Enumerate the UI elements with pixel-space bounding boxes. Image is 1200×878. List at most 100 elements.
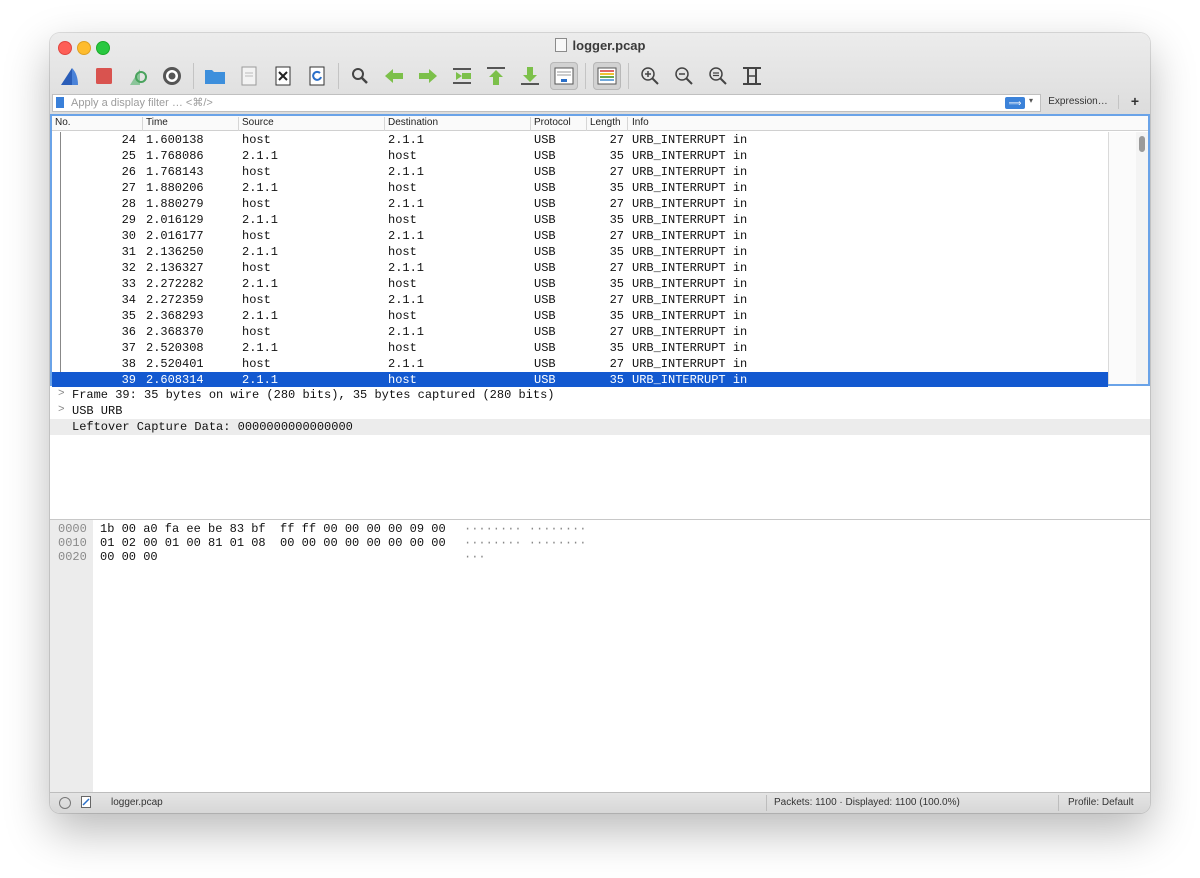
column-divider[interactable]	[384, 117, 385, 131]
packet-cell-time: 2.272359	[146, 293, 204, 307]
packet-cell-proto: USB	[534, 277, 556, 291]
status-profile[interactable]: Profile: Default	[1068, 797, 1134, 808]
packet-row[interactable]: 27 1.880206 2.1.1 host USB 35 URB_INTERRUPT in	[52, 180, 1108, 196]
packet-row[interactable]: 25 1.768086 2.1.1 host USB 35 URB_INTERRUPT in	[52, 148, 1108, 164]
go-forward-icon[interactable]	[414, 62, 442, 90]
capture-comment-icon[interactable]	[81, 796, 91, 808]
bytes-ascii[interactable]: ········ ········	[464, 522, 586, 536]
packet-row[interactable]: 37 2.520308 2.1.1 host USB 35 URB_INTERRUPT in	[52, 340, 1108, 356]
capture-options-icon[interactable]	[158, 62, 186, 90]
column-divider[interactable]	[238, 117, 239, 131]
colorize-icon[interactable]	[593, 62, 621, 90]
save-file-icon[interactable]	[235, 62, 263, 90]
packet-cell-len: 35	[609, 277, 624, 291]
packet-row[interactable]: 35 2.368293 2.1.1 host USB 35 URB_INTERRUPT in	[52, 308, 1108, 324]
packet-cell-info: URB_INTERRUPT in	[632, 325, 748, 339]
packet-cell-dst: host	[388, 309, 417, 323]
detail-tree-item[interactable]: > USB URB	[50, 403, 1150, 419]
add-filter-button[interactable]: +	[1127, 94, 1143, 110]
expression-button[interactable]: Expression…	[1042, 94, 1114, 110]
packet-cell-src: 2.1.1	[242, 309, 279, 323]
go-back-icon[interactable]	[380, 62, 408, 90]
last-packet-icon[interactable]	[516, 62, 544, 90]
display-filter-input[interactable]	[71, 95, 971, 111]
packet-list-scrollbar[interactable]	[1136, 132, 1148, 384]
packet-row[interactable]: 30 2.016177 host 2.1.1 USB 27 URB_INTERRUPT in	[52, 228, 1108, 244]
packet-cell-src: 2.1.1	[242, 277, 279, 291]
packet-cell-src: host	[242, 261, 271, 275]
detail-tree-item[interactable]: Leftover Capture Data: 0000000000000000	[50, 419, 1150, 435]
bytes-ascii[interactable]: ···	[464, 550, 486, 564]
normal-size-icon[interactable]	[704, 62, 732, 90]
expand-arrow-icon[interactable]: >	[58, 404, 65, 416]
packet-row[interactable]: 36 2.368370 host 2.1.1 USB 27 URB_INTERRUPT in	[52, 324, 1108, 340]
reload-file-icon[interactable]	[303, 62, 331, 90]
packet-row[interactable]: 38 2.520401 host 2.1.1 USB 27 URB_INTERRUPT in	[52, 356, 1108, 372]
packet-row[interactable]: 33 2.272282 2.1.1 host USB 35 URB_INTERRUPT in	[52, 276, 1108, 292]
column-header-source[interactable]: Source	[242, 117, 274, 128]
bytes-hex[interactable]: 1b 00 a0 fa ee be 83 bf ff ff 00 00 00 0…	[100, 522, 446, 536]
detail-tree-item[interactable]: > Frame 39: 35 bytes on wire (280 bits), …	[50, 387, 1150, 403]
packet-cell-len: 27	[609, 133, 624, 147]
close-file-icon[interactable]	[269, 62, 297, 90]
find-packet-icon[interactable]	[346, 62, 374, 90]
restart-capture-icon[interactable]	[124, 62, 152, 90]
autoscroll-icon[interactable]	[550, 62, 578, 90]
zoom-in-icon[interactable]	[636, 62, 664, 90]
packet-cell-time: 2.016129	[146, 213, 204, 227]
packet-cell-time: 2.136327	[146, 261, 204, 275]
bytes-hex[interactable]: 01 02 00 01 00 81 01 08 00 00 00 00 00 0…	[100, 536, 446, 550]
packet-details-pane[interactable]: > Frame 39: 35 bytes on wire (280 bits), …	[50, 387, 1150, 520]
packet-row[interactable]: 28 1.880279 host 2.1.1 USB 27 URB_INTERRUPT in	[52, 196, 1108, 212]
packet-row[interactable]: 24 1.600138 host 2.1.1 USB 27 URB_INTERRUPT in	[52, 132, 1108, 148]
packet-cell-info: URB_INTERRUPT in	[632, 229, 748, 243]
detail-text: Leftover Capture Data: 0000000000000000	[72, 420, 353, 434]
column-header-length[interactable]: Length	[590, 117, 621, 128]
first-packet-icon[interactable]	[482, 62, 510, 90]
packet-cell-no: 39	[121, 373, 136, 387]
filter-bookmark-icon[interactable]	[56, 97, 64, 108]
column-divider[interactable]	[627, 117, 628, 131]
column-header-no[interactable]: No.	[55, 117, 71, 128]
main-toolbar	[56, 60, 772, 92]
zoom-out-icon[interactable]	[670, 62, 698, 90]
packet-cell-src: 2.1.1	[242, 213, 279, 227]
packet-bytes-pane[interactable]: 0000 1b 00 a0 fa ee be 83 bf ff ff 00 00 …	[50, 520, 1150, 792]
packet-minimap[interactable]	[1108, 132, 1137, 384]
go-to-packet-icon[interactable]	[448, 62, 476, 90]
column-header-protocol[interactable]: Protocol	[534, 117, 571, 128]
resize-columns-icon[interactable]	[738, 62, 766, 90]
packet-list[interactable]: No. Time Source Destination Protocol Len…	[50, 114, 1150, 388]
column-divider[interactable]	[530, 117, 531, 131]
expand-arrow-icon[interactable]: >	[58, 388, 65, 400]
packet-cell-no: 26	[121, 165, 136, 179]
start-capture-icon[interactable]	[56, 62, 84, 90]
scrollbar-thumb[interactable]	[1139, 136, 1145, 152]
packet-row[interactable]: 34 2.272359 host 2.1.1 USB 27 URB_INTERRUPT in	[52, 292, 1108, 308]
stop-capture-icon[interactable]	[90, 62, 118, 90]
status-divider	[1058, 795, 1059, 811]
apply-filter-button[interactable]: ⟹	[1005, 97, 1025, 109]
column-header-info[interactable]: Info	[632, 117, 649, 128]
packet-row[interactable]: 29 2.016129 2.1.1 host USB 35 URB_INTERRUPT in	[52, 212, 1108, 228]
packet-row[interactable]: 31 2.136250 2.1.1 host USB 35 URB_INTERRUPT in	[52, 244, 1108, 260]
column-divider[interactable]	[586, 117, 587, 131]
column-header-destination[interactable]: Destination	[388, 117, 438, 128]
bytes-ascii[interactable]: ········ ········	[464, 536, 586, 550]
column-divider[interactable]	[142, 117, 143, 131]
expert-info-icon[interactable]	[59, 797, 71, 809]
packet-row[interactable]: 26 1.768143 host 2.1.1 USB 27 URB_INTERRUPT in	[52, 164, 1108, 180]
bytes-hex[interactable]: 00 00 00	[100, 550, 158, 564]
packet-cell-no: 34	[121, 293, 136, 307]
open-file-icon[interactable]	[201, 62, 229, 90]
packet-cell-info: URB_INTERRUPT in	[632, 309, 748, 323]
packet-cell-dst: host	[388, 373, 417, 387]
packet-cell-no: 31	[121, 245, 136, 259]
packet-cell-src: host	[242, 293, 271, 307]
packet-cell-info: URB_INTERRUPT in	[632, 245, 748, 259]
recent-filters-dropdown-icon[interactable]: ▾	[1029, 96, 1033, 105]
packet-cell-len: 35	[609, 213, 624, 227]
packet-row[interactable]: 32 2.136327 host 2.1.1 USB 27 URB_INTERRUPT in	[52, 260, 1108, 276]
column-header-time[interactable]: Time	[146, 117, 168, 128]
packet-row-selected[interactable]: 39 2.608314 2.1.1 host USB 35 URB_INTERRUPT in	[52, 372, 1108, 388]
